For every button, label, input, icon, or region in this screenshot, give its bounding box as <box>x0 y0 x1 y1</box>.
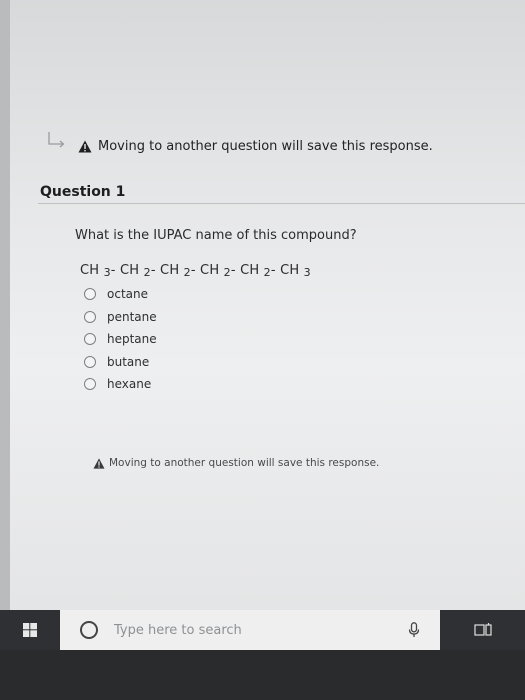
formula-part: - CH <box>230 263 264 278</box>
option-label: hexane <box>107 377 152 392</box>
monitor-bezel <box>0 650 525 700</box>
formula-subscript: 2 <box>143 266 151 279</box>
option-label: pentane <box>107 309 157 324</box>
formula-subscript: 2 <box>263 266 271 279</box>
radio-button[interactable] <box>84 378 96 391</box>
windows-start-icon[interactable] <box>0 610 60 650</box>
back-arrow-icon[interactable] <box>46 130 68 152</box>
option-heptane[interactable]: heptane <box>84 328 157 351</box>
formula-subscript: 2 <box>183 266 191 279</box>
option-pentane[interactable]: pentane <box>84 306 157 329</box>
microphone-icon[interactable] <box>408 622 420 642</box>
save-warning-text: Moving to another question will save thi… <box>98 139 433 154</box>
option-label: butane <box>107 354 150 369</box>
left-bezel <box>0 0 10 610</box>
formula-part: CH <box>80 263 104 278</box>
formula-subscript: 3 <box>303 266 311 279</box>
formula-part: - CH <box>190 263 224 278</box>
question-divider <box>38 203 525 204</box>
radio-button[interactable] <box>84 333 96 346</box>
taskbar-search-box[interactable]: Type here to search <box>60 610 440 650</box>
formula-subscript: 3 <box>103 266 111 279</box>
question-prompt: What is the IUPAC name of this compound? <box>75 228 357 243</box>
answer-options: octane pentane heptane butane hexane <box>84 283 157 396</box>
formula-part: - CH <box>110 263 144 278</box>
search-placeholder: Type here to search <box>114 622 242 638</box>
task-view-icon[interactable] <box>440 610 525 650</box>
chemical-formula: CH 3- CH 2- CH 2- CH 2- CH 2- CH 3 <box>80 263 311 279</box>
option-hexane[interactable]: hexane <box>84 373 157 396</box>
windows-taskbar: Type here to search <box>0 610 525 650</box>
save-warning-text: Moving to another question will save thi… <box>109 457 380 469</box>
save-warning-bottom: Moving to another question will save thi… <box>93 457 379 469</box>
warning-triangle-icon <box>93 457 105 469</box>
radio-button[interactable] <box>84 310 96 323</box>
radio-button[interactable] <box>84 355 96 368</box>
formula-subscript: 2 <box>223 266 231 279</box>
cortana-circle-icon[interactable] <box>80 621 98 639</box>
option-butane[interactable]: butane <box>84 351 157 374</box>
warning-triangle-icon <box>78 140 92 153</box>
save-warning-top: Moving to another question will save thi… <box>78 139 433 154</box>
radio-button[interactable] <box>84 288 96 301</box>
option-label: heptane <box>107 332 157 347</box>
option-octane[interactable]: octane <box>84 283 157 306</box>
browser-viewport: Moving to another question will save thi… <box>0 0 525 610</box>
question-header: Question 1 <box>40 184 126 200</box>
option-label: octane <box>107 287 148 302</box>
formula-part: - CH <box>150 263 184 278</box>
formula-part: - CH <box>270 263 304 278</box>
